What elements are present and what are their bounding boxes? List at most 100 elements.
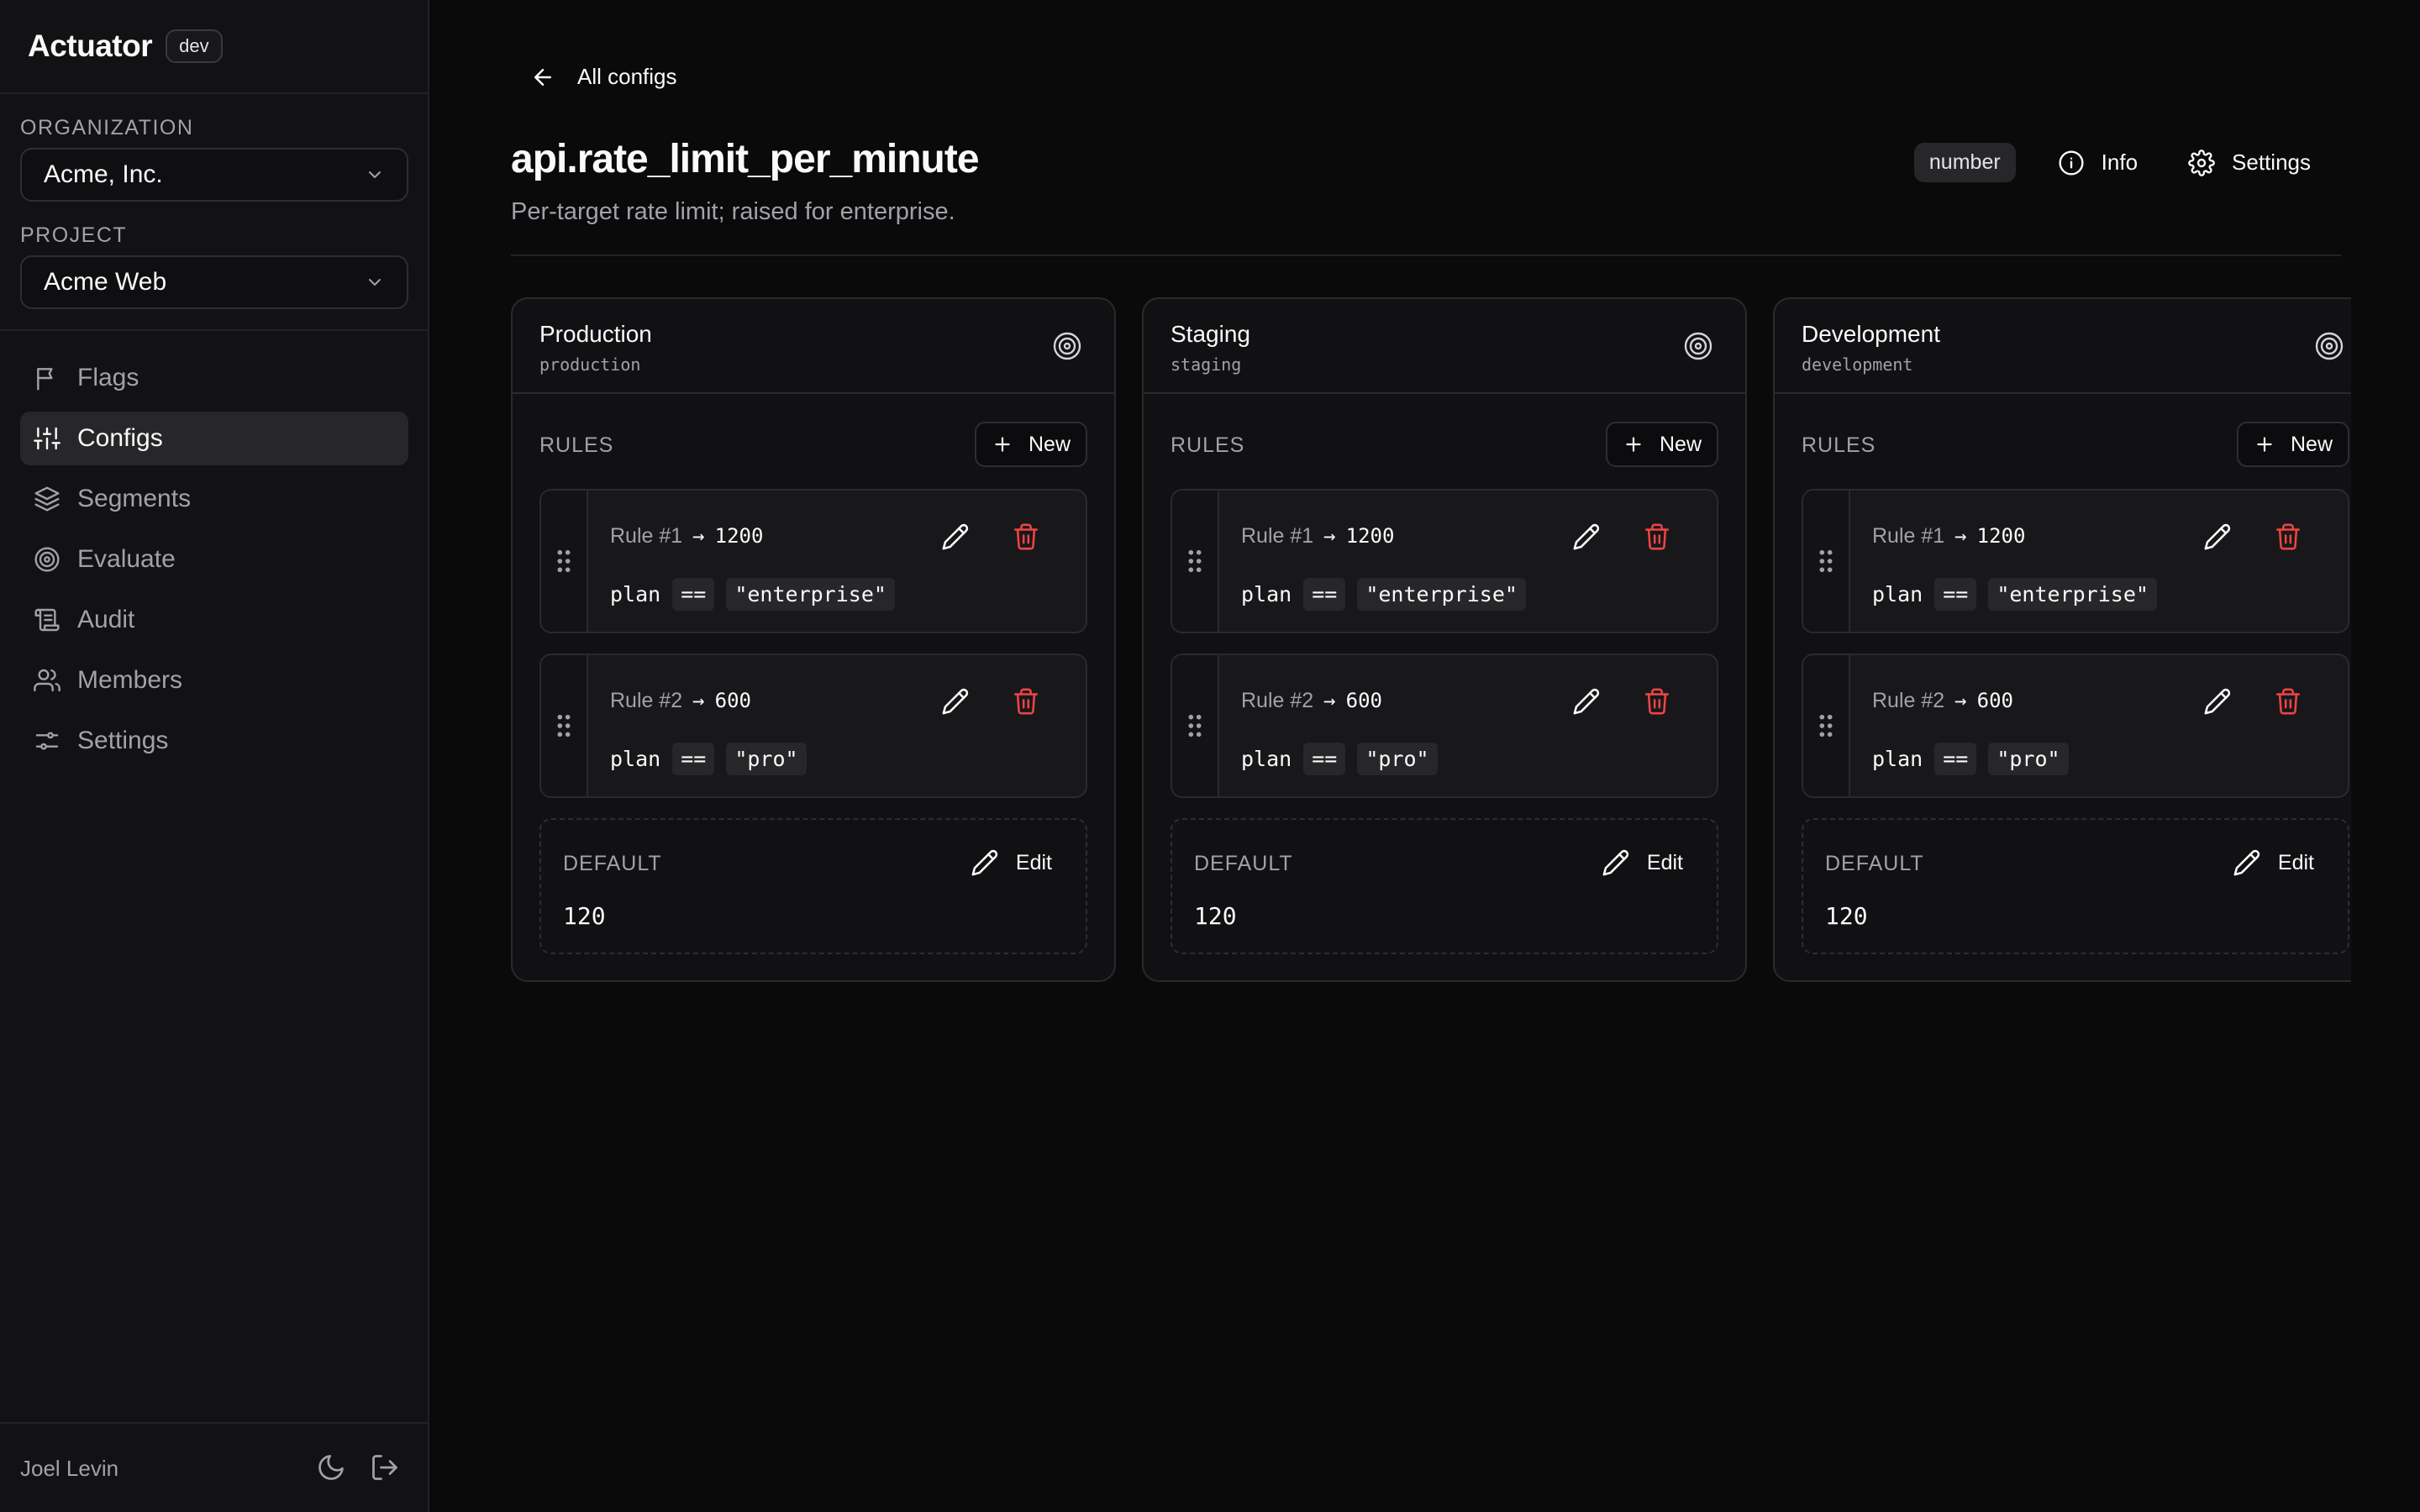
default-label: DEFAULT [1825,852,1924,875]
condition-attribute: plan [610,582,661,606]
rule-title: Rule #2 → 600 [1872,689,2013,713]
sidebar-item-configs[interactable]: Configs [20,412,408,465]
drag-handle[interactable] [541,491,588,632]
info-icon [2059,150,2084,176]
condition-value: "enterprise" [1988,578,2157,611]
settings-sliders-icon [35,732,59,750]
sidebar-item-members[interactable]: Members [20,654,408,707]
pencil-icon[interactable] [1572,687,1601,716]
target-icon[interactable] [1052,331,1082,361]
condition-operator: == [1303,578,1346,611]
sidebar-item-label: Audit [77,606,135,633]
rule-number: Rule #2 [1872,689,1945,712]
condition-value: "enterprise" [726,578,895,611]
sidebar-item-flags[interactable]: Flags [20,351,408,405]
back-link[interactable]: All configs [530,64,677,90]
rule-item: Rule #1 → 1200 plan == "enterprise" [1171,489,1718,633]
drag-handle[interactable] [1803,491,1850,632]
new-rule-label: New [1028,432,1071,456]
moon-icon[interactable] [316,1452,346,1483]
back-link-label: All configs [577,64,677,89]
arrow-right-icon: → [692,524,705,548]
sidebar-item-settings[interactable]: Settings [20,714,408,768]
sidebar-item-label: Members [77,666,183,694]
project-label: PROJECT [20,223,128,247]
trash-icon[interactable] [2274,522,2302,551]
pencil-icon[interactable] [1572,522,1601,551]
rule-title: Rule #1 → 1200 [610,524,763,549]
pencil-icon[interactable] [2203,687,2232,716]
drag-handle[interactable] [1172,655,1219,796]
pencil-icon [2233,849,2260,876]
layers-icon [34,486,60,512]
environment-card-header: Staging staging [1144,299,1745,394]
rule-value: 600 [1345,689,1382,712]
condition-operator: == [672,743,715,775]
pencil-icon[interactable] [941,522,970,551]
app-name: Actuator [28,29,153,63]
rule-condition: plan == "enterprise" [610,578,895,611]
edit-default-button[interactable]: Edit [1602,848,1683,877]
sidebar: Actuator dev ORGANIZATION Acme, Inc. PRO… [0,0,429,1512]
sidebar-item-label: Settings [77,727,169,754]
trash-icon[interactable] [1012,687,1040,716]
edit-default-button[interactable]: Edit [971,848,1052,877]
rule-condition: plan == "enterprise" [1241,578,1526,611]
condition-value: "pro" [726,743,807,775]
project-select[interactable]: Acme Web [20,255,408,309]
info-button[interactable]: Info [2049,144,2146,181]
pencil-icon[interactable] [941,687,970,716]
arrow-right-icon: → [1954,524,1967,548]
organization-select[interactable]: Acme, Inc. [20,148,408,202]
edit-default-button[interactable]: Edit [2233,848,2314,877]
rules-label: RULES [539,433,614,457]
drag-handle[interactable] [541,655,588,796]
settings-button[interactable]: Settings [2180,144,2319,181]
sidebar-divider [0,92,429,94]
target-icon[interactable] [1683,331,1713,361]
rule-condition: plan == "pro" [610,743,807,775]
drag-handle[interactable] [1803,655,1850,796]
grip-vertical-icon [1188,714,1202,738]
scroll-icon [34,608,60,632]
rules-label: RULES [1171,433,1245,457]
rule-title: Rule #2 → 600 [610,689,751,713]
new-rule-button[interactable]: New [2236,422,2349,467]
new-rule-button[interactable]: New [1605,422,1718,467]
main-content: All configs api.rate_limit_per_minute Pe… [431,0,2420,1512]
arrow-right-icon: → [1954,689,1967,712]
condition-value: "enterprise" [1357,578,1526,611]
sidebar-item-segments[interactable]: Segments [20,472,408,526]
new-rule-button[interactable]: New [974,422,1087,467]
logout-icon[interactable] [370,1452,400,1483]
condition-operator: == [1303,743,1346,775]
environment-key: staging [1171,354,1242,375]
default-value-box: DEFAULT Edit 120 [539,818,1087,954]
chevron-down-icon [369,279,381,286]
rule-item: Rule #2 → 600 plan == "pro" [539,654,1087,798]
grip-vertical-icon [1819,714,1833,738]
default-value: 120 [563,902,606,930]
environment-card-header: Production production [513,299,1114,394]
environment-name: Staging [1171,321,1250,347]
environment-card-header: Development development [1775,299,2351,394]
default-label: DEFAULT [563,852,662,875]
environment-name: Production [539,321,652,347]
target-icon[interactable] [2314,331,2344,361]
condition-operator: == [1934,578,1977,611]
trash-icon[interactable] [1643,687,1671,716]
sidebar-item-evaluate[interactable]: Evaluate [20,533,408,586]
trash-icon[interactable] [1012,522,1040,551]
rules-label: RULES [1802,433,1876,457]
plus-icon [2257,437,2272,452]
pencil-icon[interactable] [2203,522,2232,551]
sidebar-item-audit[interactable]: Audit [20,593,408,647]
condition-value: "pro" [1357,743,1438,775]
environment-badge: dev [166,29,223,63]
rule-condition: plan == "pro" [1241,743,1438,775]
drag-handle[interactable] [1172,491,1219,632]
condition-attribute: plan [1872,747,1923,771]
flag-icon [37,368,53,391]
trash-icon[interactable] [1643,522,1671,551]
trash-icon[interactable] [2274,687,2302,716]
